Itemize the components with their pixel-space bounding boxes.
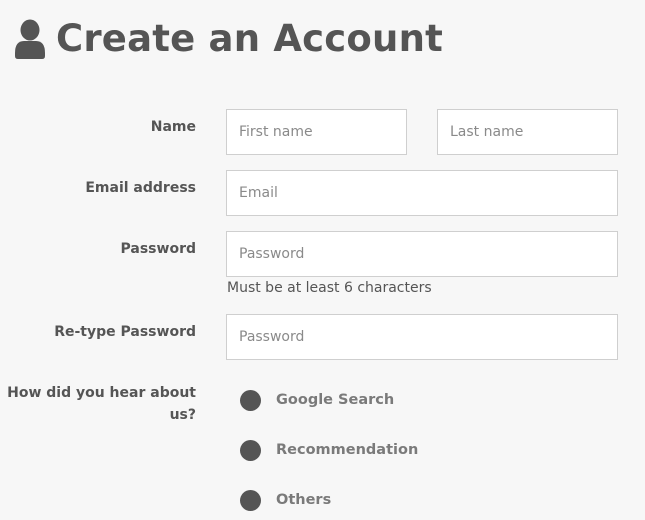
- radio-button-icon[interactable]: [240, 439, 261, 461]
- referral-label: How did you hear about us?: [7, 385, 196, 423]
- password-input[interactable]: [226, 231, 618, 277]
- radio-label-others: Others: [276, 492, 332, 508]
- radio-recommendation[interactable]: Recommendation: [240, 438, 418, 462]
- email-input[interactable]: [226, 170, 618, 216]
- user-icon: [15, 19, 45, 59]
- create-account-page: Create an Account Name Email address Pas…: [0, 0, 645, 520]
- name-label: Name: [150, 119, 196, 135]
- page-header: Create an Account: [15, 14, 443, 62]
- retype-password-input[interactable]: [226, 314, 618, 360]
- email-label: Email address: [85, 180, 196, 196]
- radio-google-search[interactable]: Google Search: [240, 388, 394, 412]
- first-name-input[interactable]: [226, 109, 407, 155]
- retype-password-label: Re-type Password: [54, 324, 196, 340]
- radio-label-recommendation: Recommendation: [276, 442, 419, 458]
- last-name-input[interactable]: [437, 109, 618, 155]
- radio-others[interactable]: Others: [240, 488, 331, 512]
- radio-label-google-search: Google Search: [276, 392, 395, 408]
- radio-button-icon[interactable]: [240, 489, 261, 511]
- page-title: Create an Account: [56, 16, 444, 60]
- radio-button-icon[interactable]: [240, 389, 261, 411]
- password-hint: Must be at least 6 characters: [227, 280, 432, 296]
- password-label: Password: [120, 241, 196, 257]
